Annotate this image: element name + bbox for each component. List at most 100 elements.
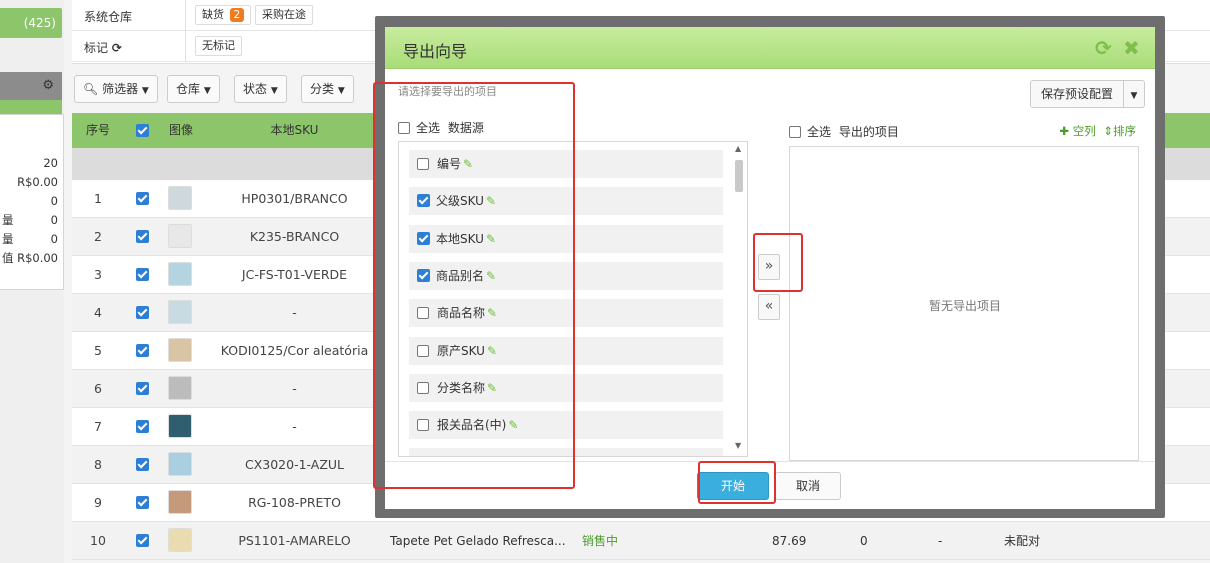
sort-icon: ⇕ — [1103, 124, 1113, 138]
field-checkbox-checked[interactable] — [417, 231, 430, 245]
row-sku[interactable]: CX3020-1-AZUL — [207, 446, 382, 484]
select-all-rows-checkbox[interactable] — [136, 124, 149, 137]
add-blank-column-link[interactable]: ✚ 空列 — [1059, 124, 1095, 138]
edit-icon[interactable]: ✎ — [486, 269, 496, 283]
status-dropdown[interactable]: 状态 ▼ — [234, 75, 287, 103]
dialog-title: 导出向导 — [403, 42, 468, 61]
source-field-item[interactable]: 分类名称 ✎ — [409, 373, 723, 402]
cancel-button[interactable]: 取消 — [775, 472, 841, 500]
refresh-icon[interactable]: ⟳ — [112, 41, 122, 55]
field-checkbox[interactable] — [417, 381, 429, 394]
target-header: 全选 导出的项目 — [789, 123, 899, 140]
row-sku[interactable]: KODI0125/Cor aleatória — [207, 332, 382, 370]
source-field-item[interactable]: 本地SKU ✎ — [409, 224, 723, 253]
row-sku[interactable]: HP0301/BRANCO — [207, 180, 382, 218]
source-select-all-checkbox[interactable] — [398, 122, 410, 134]
row-checkbox[interactable] — [136, 268, 149, 281]
product-thumbnail[interactable] — [168, 338, 192, 362]
product-thumbnail[interactable] — [168, 376, 192, 400]
scrollbar[interactable]: ▲ ▼ — [733, 144, 745, 454]
warehouse-dropdown[interactable]: 仓库 ▼ — [167, 75, 220, 103]
row-sku[interactable]: - — [207, 370, 382, 408]
edit-icon[interactable]: ✎ — [486, 232, 496, 246]
field-checkbox[interactable] — [417, 307, 429, 320]
caret-down-icon[interactable]: ▼ — [1124, 83, 1144, 109]
row-checkbox[interactable] — [136, 344, 149, 357]
product-thumbnail[interactable] — [168, 300, 192, 324]
target-select-all-checkbox[interactable] — [789, 126, 801, 138]
col-header-no[interactable]: 序号 — [72, 113, 124, 148]
row-checkbox[interactable] — [136, 534, 149, 547]
refresh-icon[interactable]: ⟳ — [1095, 36, 1112, 60]
sidebar-stat-key: 量 — [2, 213, 14, 227]
filter-dropdown[interactable]: 🔍︎ 筛选器 ▼ — [74, 75, 158, 103]
product-thumbnail[interactable] — [168, 186, 192, 210]
untagged-chip[interactable]: 无标记 — [195, 36, 242, 56]
source-field-item[interactable]: 报关品名(中) ✎ — [409, 411, 723, 440]
row-product-name[interactable]: Tapete Pet Gelado Refresca... — [390, 522, 566, 560]
row-sku[interactable]: PS1101-AMARELO — [207, 522, 382, 560]
row-sku[interactable]: RG-108-PRETO — [207, 484, 382, 522]
sidebar-stat-row: 量0 — [0, 212, 60, 228]
move-right-button[interactable]: » — [758, 254, 780, 280]
edit-icon[interactable]: ✎ — [486, 194, 496, 208]
row-checkbox[interactable] — [136, 192, 149, 205]
row-sku[interactable]: K235-BRANCO — [207, 218, 382, 256]
scroll-up-icon[interactable]: ▲ — [735, 144, 741, 153]
row-checkbox[interactable] — [136, 230, 149, 243]
sidebar-stat-row: 值 R$0.00 — [0, 250, 60, 266]
sidebar-stat-key: 值 — [2, 251, 14, 265]
product-thumbnail[interactable] — [168, 452, 192, 476]
scroll-thumb[interactable] — [735, 160, 743, 192]
category-dropdown[interactable]: 分类 ▼ — [301, 75, 354, 103]
sidebar-count-badge[interactable]: (425) — [0, 8, 62, 38]
caret-down-icon: ▼ — [203, 86, 211, 96]
product-thumbnail[interactable] — [168, 528, 192, 552]
source-field-item[interactable]: 商品别名 ✎ — [409, 261, 723, 290]
gear-icon[interactable]: ⚙ — [0, 72, 62, 100]
edit-icon[interactable]: ✎ — [508, 418, 518, 432]
shortage-chip[interactable]: 缺货 2 — [195, 5, 252, 25]
edit-icon[interactable]: ✎ — [487, 344, 497, 358]
product-thumbnail[interactable] — [168, 224, 192, 248]
field-checkbox[interactable] — [417, 419, 429, 432]
row-checkbox[interactable] — [136, 382, 149, 395]
product-thumbnail[interactable] — [168, 414, 192, 438]
field-label: 报关品名(中) — [437, 418, 507, 433]
edit-icon[interactable]: ✎ — [463, 157, 473, 171]
category-dropdown-label: 分类 — [310, 82, 335, 96]
row-checkbox[interactable] — [136, 496, 149, 509]
move-left-button[interactable]: « — [758, 294, 780, 320]
row-number: 4 — [94, 305, 102, 320]
start-button[interactable]: 开始 — [697, 472, 769, 500]
source-field-item[interactable]: 父级SKU ✎ — [409, 187, 723, 216]
source-field-item-partial[interactable] — [409, 448, 723, 456]
purchasing-chip[interactable]: 采购在途 — [255, 5, 313, 25]
table-row[interactable]: 10 PS1101-AMARELO Tapete Pet Gelado Refres… — [72, 522, 1210, 560]
field-checkbox-checked[interactable] — [417, 194, 430, 208]
source-field-item[interactable]: 编号 ✎ — [409, 150, 723, 178]
row-number: 2 — [94, 229, 102, 244]
field-label: 商品别名 — [436, 268, 485, 283]
field-checkbox[interactable] — [417, 344, 429, 357]
close-icon[interactable]: ✖ — [1123, 36, 1140, 60]
row-number: 5 — [94, 343, 102, 358]
row-checkbox[interactable] — [136, 420, 149, 433]
field-checkbox-checked[interactable] — [417, 268, 430, 282]
field-checkbox[interactable] — [417, 158, 429, 170]
edit-icon[interactable]: ✎ — [487, 306, 497, 320]
source-field-item[interactable]: 原产SKU ✎ — [409, 336, 723, 365]
row-sku[interactable]: JC-FS-T01-VERDE — [207, 256, 382, 294]
product-thumbnail[interactable] — [168, 262, 192, 286]
scroll-down-icon[interactable]: ▼ — [735, 441, 741, 450]
edit-icon[interactable]: ✎ — [487, 381, 497, 395]
row-sku[interactable]: - — [207, 294, 382, 332]
row-sku[interactable]: - — [207, 408, 382, 446]
source-field-item[interactable]: 商品名称 ✎ — [409, 299, 723, 328]
product-thumbnail[interactable] — [168, 490, 192, 514]
sort-link[interactable]: ⇕排序 — [1103, 124, 1136, 138]
row-checkbox[interactable] — [136, 306, 149, 319]
row-checkbox[interactable] — [136, 458, 149, 471]
col-header-sku[interactable]: 本地SKU — [207, 113, 382, 148]
save-preset-button[interactable]: 保存预设配置 ▼ — [1030, 80, 1146, 109]
